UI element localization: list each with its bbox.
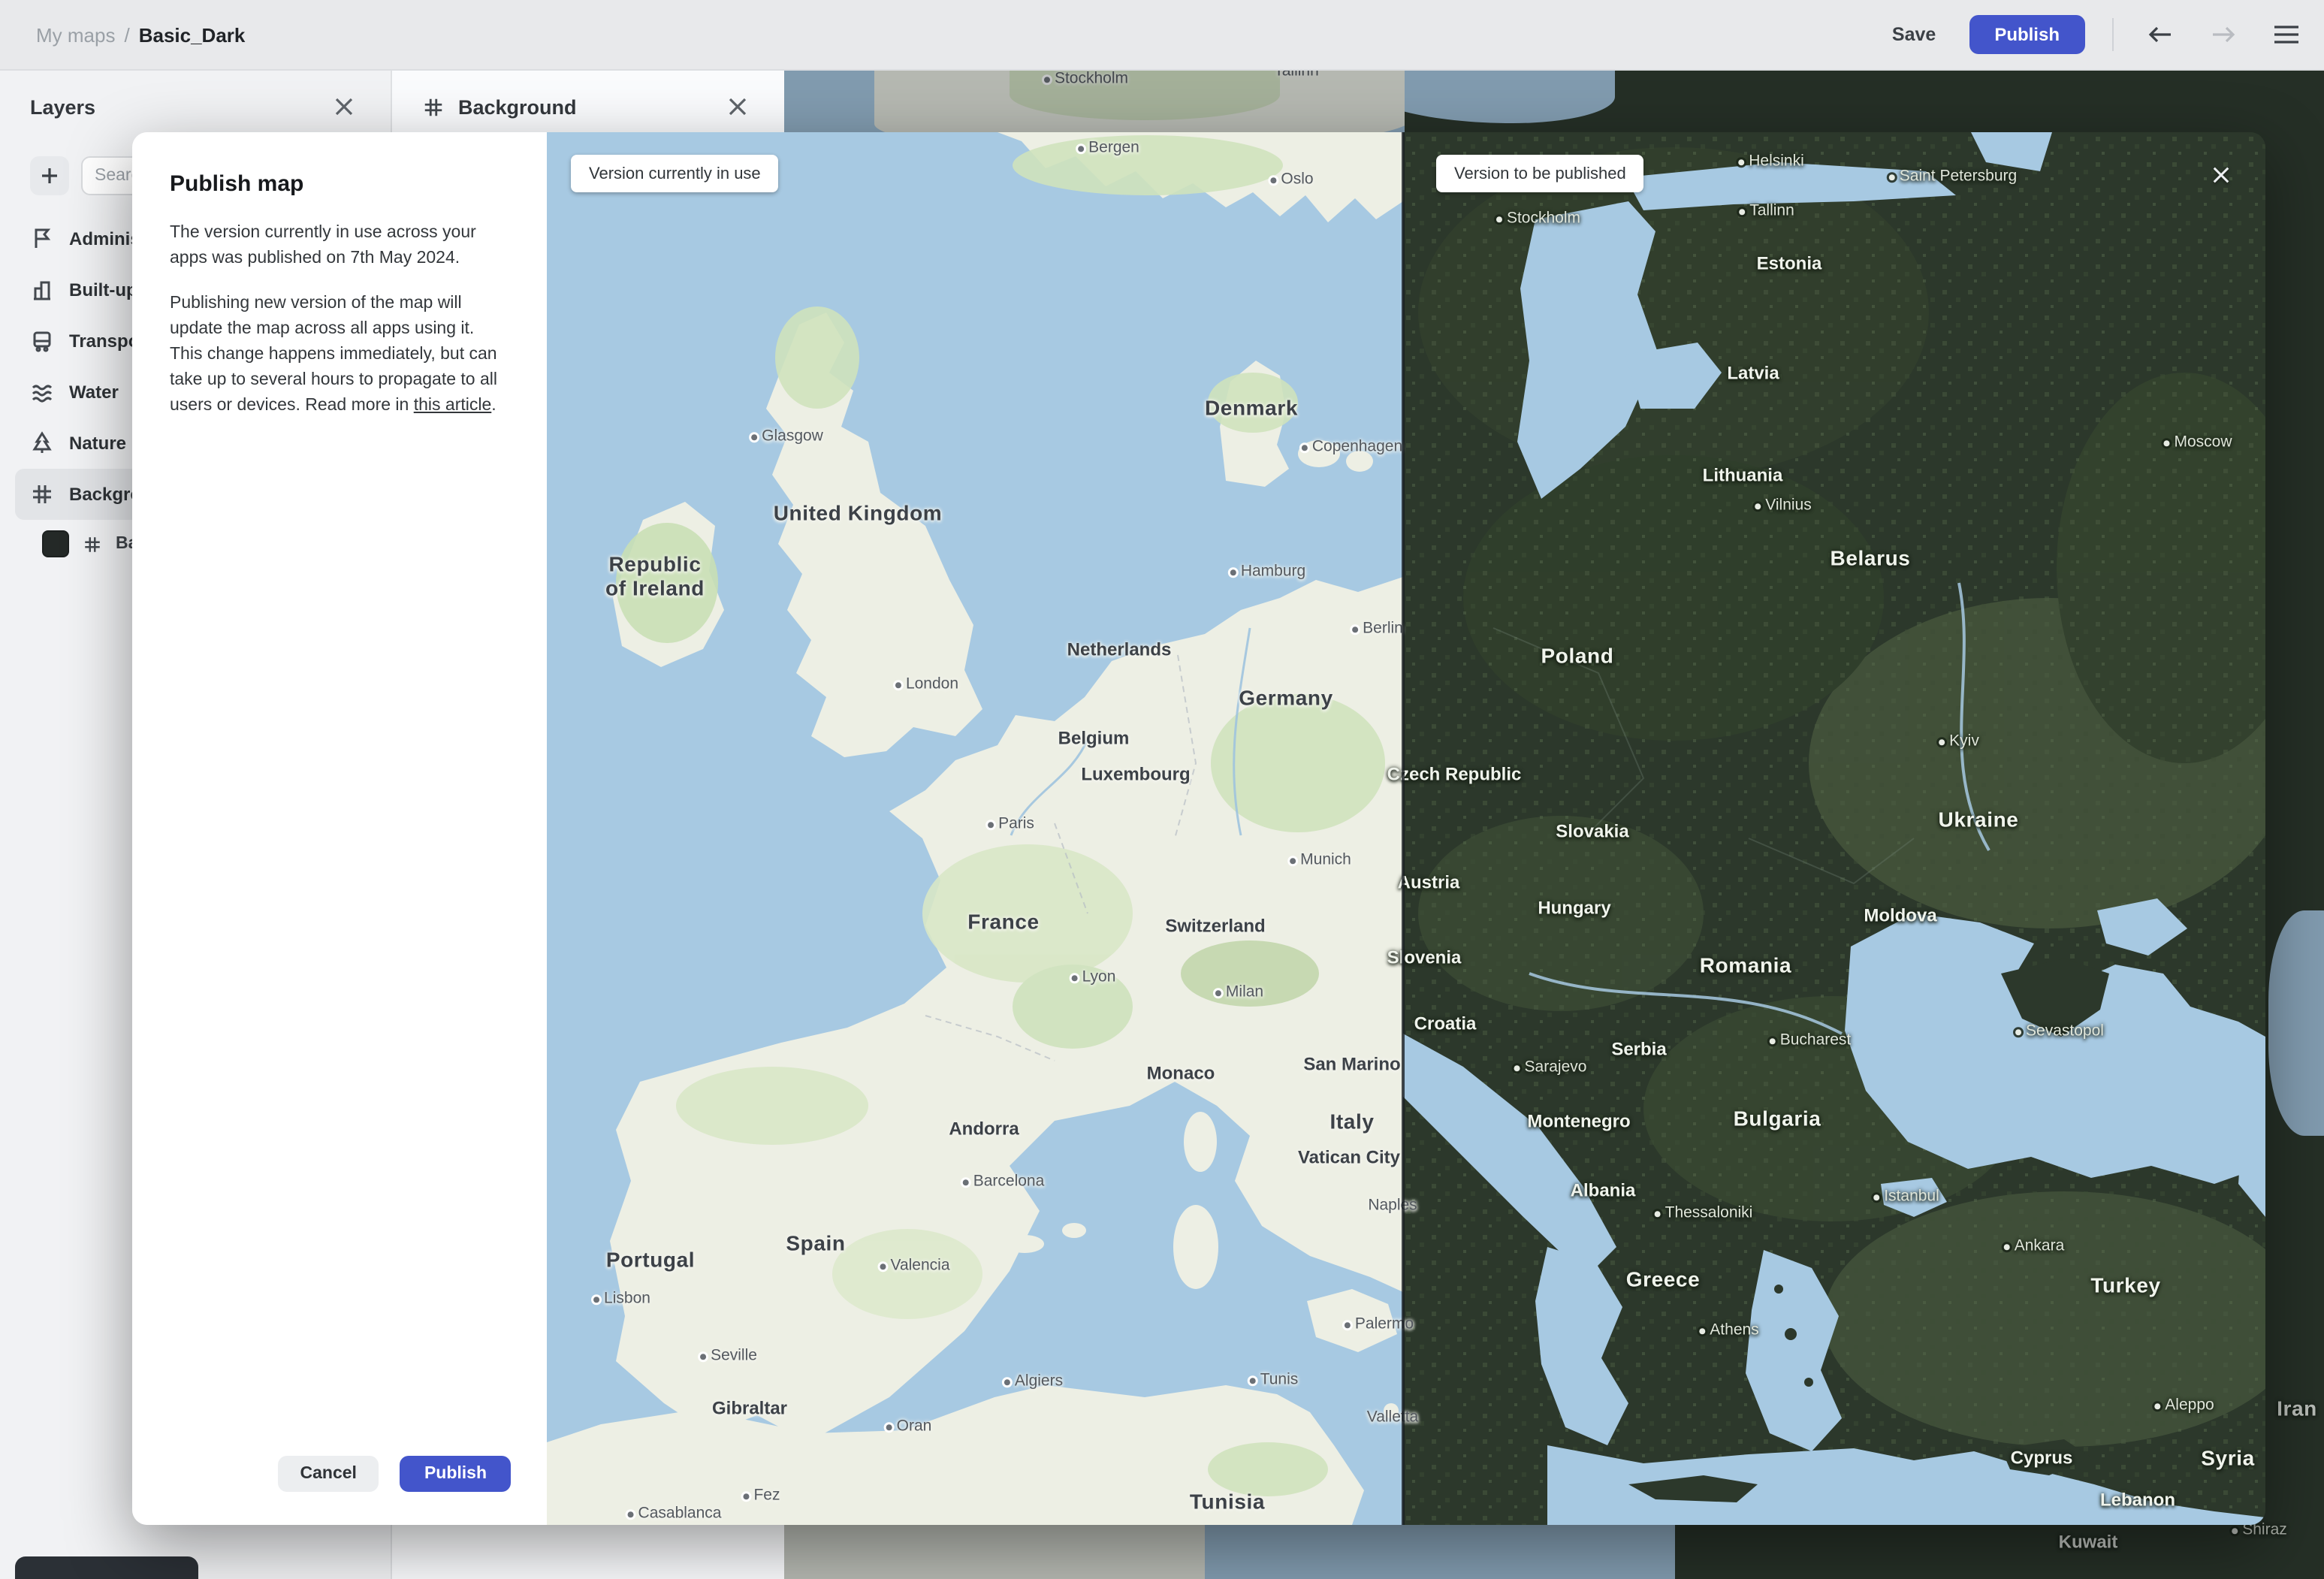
light-map-svg: [547, 132, 1403, 1525]
undo-arrow-icon[interactable]: [2141, 17, 2180, 53]
tree-icon: [30, 431, 54, 455]
map-current-version[interactable]: [547, 132, 1403, 1525]
breadcrumb: My maps / Basic_Dark: [0, 23, 245, 46]
cancel-button[interactable]: Cancel: [277, 1456, 379, 1492]
app: Stockholm Tallinn Iran Kuwait Shiraz Layers: [0, 0, 2324, 1579]
breadcrumb-separator: /: [124, 23, 130, 46]
background-close-icon[interactable]: [721, 90, 754, 123]
confirm-publish-button[interactable]: Publish: [400, 1456, 511, 1492]
flag-icon: [30, 227, 54, 251]
bottom-left-widget[interactable]: [15, 1556, 198, 1579]
grid-icon: [30, 482, 54, 506]
dialog-title: Publish map: [170, 171, 304, 197]
breadcrumb-root[interactable]: My maps: [36, 23, 115, 46]
grid-icon: [83, 534, 102, 554]
map-new-version[interactable]: [1403, 132, 2265, 1525]
menu-icon[interactable]: [2267, 18, 2306, 51]
dark-map-svg: [1403, 132, 2265, 1525]
new-version-badge: Version to be published: [1436, 155, 1644, 192]
layer-item-label: Built-up: [69, 279, 137, 300]
breadcrumb-current: Basic_Dark: [138, 23, 246, 46]
layer-item-label: Nature: [69, 433, 127, 454]
water-icon: [30, 380, 54, 404]
background-panel-title: Background: [458, 95, 577, 118]
dialog-body-1: The version currently in use across your…: [170, 224, 476, 268]
publish-button[interactable]: Publish: [1969, 15, 2085, 54]
compare-close-icon[interactable]: [2202, 156, 2238, 192]
dialog-body-2: Publishing new version of the map will u…: [170, 291, 509, 419]
dialog-body-2-end: .: [491, 397, 496, 415]
plus-icon: [42, 168, 57, 183]
compare-divider-handle[interactable]: [1402, 132, 1405, 1525]
publish-modal: Publish map The version currently in use…: [132, 132, 2265, 1525]
publish-dialog: Publish map The version currently in use…: [132, 132, 547, 1525]
current-version-badge: Version currently in use: [571, 155, 779, 192]
layer-item-label: Water: [69, 382, 119, 403]
layers-panel-title: Layers: [30, 95, 96, 118]
bus-icon: [30, 329, 54, 353]
redo-arrow-icon[interactable]: [2204, 17, 2243, 53]
layer-color-swatch[interactable]: [42, 530, 69, 557]
add-layer-button[interactable]: [30, 156, 69, 195]
dialog-actions: Cancel Publish: [132, 1456, 547, 1492]
version-comparison: Bergen Oslo Glasgow Denmark Copenhagen United…: [547, 132, 2265, 1525]
topbar: My maps / Basic_Dark Save Publish: [0, 0, 2324, 71]
toolbar-divider: [2112, 18, 2114, 51]
save-button[interactable]: Save: [1877, 15, 1951, 54]
topbar-actions: Save Publish: [1877, 15, 2324, 54]
building-icon: [30, 278, 54, 302]
this-article-link[interactable]: this article: [414, 397, 492, 415]
grid-icon: [422, 95, 445, 118]
layers-close-icon[interactable]: [327, 90, 361, 123]
